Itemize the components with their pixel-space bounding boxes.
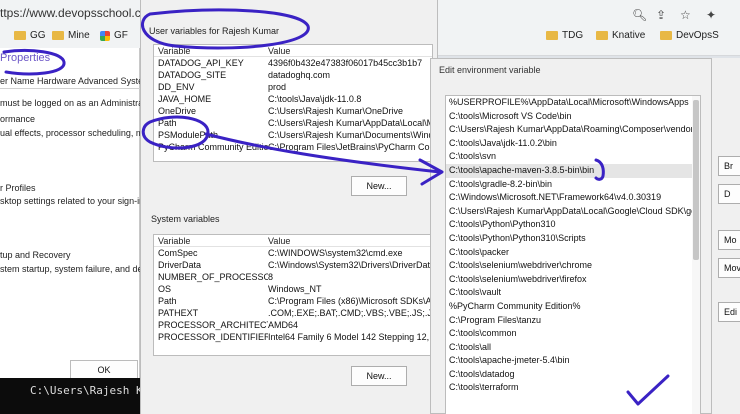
list-item[interactable]: C:\tools\gradle-8.2-bin\bin (446, 178, 700, 192)
startup-desc: stem startup, system failure, and debugg (0, 264, 163, 274)
system-variables-title: System variables (151, 214, 220, 224)
table-row[interactable]: DriverData C:\Windows\System32\Drivers\Dr… (154, 259, 432, 271)
table-row[interactable]: DATADOG_API_KEY 4396f0b432e47383f06017b45… (154, 57, 432, 69)
list-item[interactable]: C:\tools\common (446, 327, 700, 341)
tab-strip[interactable]: er Name Hardware Advanced Syster (0, 76, 146, 86)
table-row-path-selected[interactable]: Path C:\Users\Rajesh Kumar\AppData\Local\… (154, 117, 432, 129)
startup-heading: tup and Recovery (0, 250, 71, 260)
table-row[interactable]: PyCharm Community Edition C:\Program File… (154, 141, 432, 153)
extension-icon[interactable]: ✦ (706, 8, 716, 22)
list-item[interactable]: C:\tools\vault (446, 286, 700, 300)
bookmark-gf[interactable]: GF (100, 30, 128, 41)
list-item[interactable]: C:\Program Files\tanzu (446, 314, 700, 328)
folder-icon (596, 31, 608, 40)
system-variables-table: Variable Value ComSpec C:\WINDOWS\system3… (153, 234, 433, 356)
search-icon[interactable]: 🔍︎ (632, 8, 647, 22)
table-row[interactable]: Path C:\Program Files (x86)\Microsoft SDK… (154, 295, 432, 307)
divider (0, 88, 140, 89)
table-row[interactable]: OneDrive C:\Users\Rajesh Kumar\OneDrive (154, 105, 432, 117)
list-item[interactable]: C:\tools\all (446, 341, 700, 355)
table-row[interactable]: JAVA_HOME C:\tools\Java\jdk-11.0.8 (154, 93, 432, 105)
list-item[interactable]: C:\tools\selenium\webdriver\chrome (446, 259, 700, 273)
bookmark-devopss[interactable]: DevOpsS (660, 30, 719, 41)
list-item[interactable]: C:\tools\Java\jdk-11.0.2\bin (446, 137, 700, 151)
list-item[interactable]: C:\tools\Microsoft VS Code\bin (446, 110, 700, 124)
list-item[interactable]: C:\tools\Python\Python310 (446, 218, 700, 232)
scrollbar-thumb[interactable] (693, 100, 699, 260)
table-row[interactable]: PATHEXT .COM;.EXE;.BAT;.CMD;.VBS;.VBE;.JS… (154, 307, 432, 319)
environment-variables-window: User variables for Rajesh Kumar Variable… (140, 0, 438, 414)
list-item[interactable]: C:\tools\apache-jmeter-5.4\bin (446, 354, 700, 368)
table-row[interactable]: NUMBER_OF_PROCESSORS8 (154, 271, 432, 283)
table-header: Variable Value (154, 235, 432, 247)
list-item[interactable]: C:\tools\Python\Python310\Scripts (446, 232, 700, 246)
terminal-window[interactable]: C:\Users\Rajesh K (0, 378, 140, 414)
delete-button[interactable]: D (718, 184, 740, 204)
path-list[interactable]: %USERPROFILE%\AppData\Local\Microsoft\Wi… (445, 95, 701, 414)
table-row[interactable]: PROCESSOR_ARCHITECTUREAMD64 (154, 319, 432, 331)
list-item[interactable]: C:\Users\Rajesh Kumar\AppData\Roaming\Co… (446, 123, 700, 137)
table-row[interactable]: DATADOG_SITE datadoghq.com (154, 69, 432, 81)
table-row[interactable]: PROCESSOR_IDENTIFIER Intel64 Family 6 Mod… (154, 331, 432, 343)
list-item[interactable]: C:\tools\selenium\webdriver\firefox (446, 273, 700, 287)
move-down-button[interactable]: Mov (718, 258, 740, 278)
window-title: Edit environment variable (439, 65, 541, 75)
bookmark-gg[interactable]: GG (14, 30, 46, 41)
table-row[interactable]: PSModulePath C:\Users\Rajesh Kumar\Docume… (154, 129, 432, 141)
folder-icon (14, 31, 26, 40)
user-profiles-desc: sktop settings related to your sign-in (0, 196, 145, 206)
folder-icon (660, 31, 672, 40)
google-drive-icon (100, 30, 110, 41)
list-item[interactable]: C:\tools\apache-maven-3.8.5-bin\bin (446, 163, 700, 178)
list-item[interactable]: C:\Users\Rajesh Kumar\AppData\Local\Goog… (446, 205, 700, 219)
system-new-button[interactable]: New... (351, 366, 407, 386)
user-new-button[interactable]: New... (351, 176, 407, 196)
user-variables-table: Variable Value DATADOG_API_KEY 4396f0b432… (153, 44, 433, 162)
ok-button[interactable]: OK (70, 360, 138, 380)
list-item[interactable]: %USERPROFILE%\AppData\Local\Microsoft\Wi… (446, 96, 700, 110)
system-properties-window: Properties er Name Hardware Advanced Sys… (0, 48, 164, 380)
edit-environment-variable-window: Edit environment variable %USERPROFILE%\… (430, 58, 712, 414)
list-item[interactable]: C:\tools\svn (446, 150, 700, 164)
browse-button[interactable]: Br (718, 156, 740, 176)
user-profiles-heading: r Profiles (0, 183, 36, 193)
folder-icon (546, 31, 558, 40)
bookmark-knative[interactable]: Knative (596, 30, 645, 41)
window-title: Properties (0, 52, 51, 64)
edit-text-button[interactable]: Edi (718, 302, 740, 322)
list-item[interactable]: C:\tools\datadog (446, 368, 700, 382)
list-item[interactable]: C:\tools\packer (446, 246, 700, 260)
bookmark-tdg[interactable]: TDG (546, 30, 583, 41)
performance-heading: ormance (0, 114, 36, 124)
table-row[interactable]: ComSpec C:\WINDOWS\system32\cmd.exe (154, 247, 432, 259)
list-item[interactable]: C:\tools\terraform (446, 381, 700, 395)
table-row[interactable]: OS Windows_NT (154, 283, 432, 295)
move-up-button[interactable]: Mo (718, 230, 740, 250)
star-icon[interactable]: ☆ (680, 8, 691, 22)
list-item[interactable]: C:\Windows\Microsoft.NET\Framework64\v4.… (446, 191, 700, 205)
scrollbar[interactable] (692, 96, 700, 414)
list-item[interactable]: %PyCharm Community Edition% (446, 300, 700, 314)
bookmark-mine[interactable]: Mine (52, 30, 90, 41)
table-header: Variable Value (154, 45, 432, 57)
share-icon[interactable]: ⇪ (656, 8, 666, 22)
table-row[interactable]: DD_ENV prod (154, 81, 432, 93)
user-variables-title: User variables for Rajesh Kumar (149, 26, 280, 36)
folder-icon (52, 31, 64, 40)
